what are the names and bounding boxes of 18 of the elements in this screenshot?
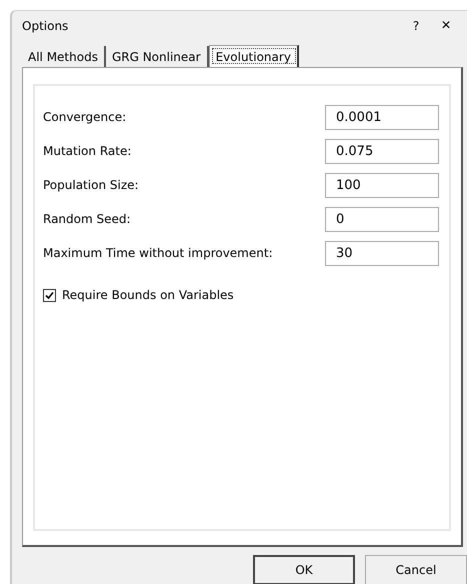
- ok-button[interactable]: OK: [253, 555, 355, 584]
- input-field[interactable]: 0: [325, 206, 439, 232]
- window-title: Options: [22, 19, 70, 33]
- input-field[interactable]: 0.075: [325, 138, 439, 164]
- input-field[interactable]: 30: [325, 240, 439, 266]
- checkbox[interactable]: [43, 288, 56, 302]
- checkbox-label[interactable]: Require Bounds on Variables: [62, 288, 234, 302]
- field-label: Population Size:: [43, 178, 139, 192]
- input-field[interactable]: 0.0001: [325, 104, 439, 130]
- close-button[interactable]: ×: [431, 17, 461, 35]
- field-label: Maximum Time without improvement:: [43, 246, 273, 260]
- cancel-button[interactable]: Cancel: [365, 555, 467, 584]
- field-label: Mutation Rate:: [43, 144, 132, 158]
- field-label: Convergence:: [43, 110, 126, 124]
- input-field[interactable]: 100: [325, 172, 439, 198]
- tab[interactable]: Evolutionary: [208, 45, 299, 67]
- field-label: Random Seed:: [43, 212, 131, 226]
- help-button[interactable]: ?: [401, 19, 431, 33]
